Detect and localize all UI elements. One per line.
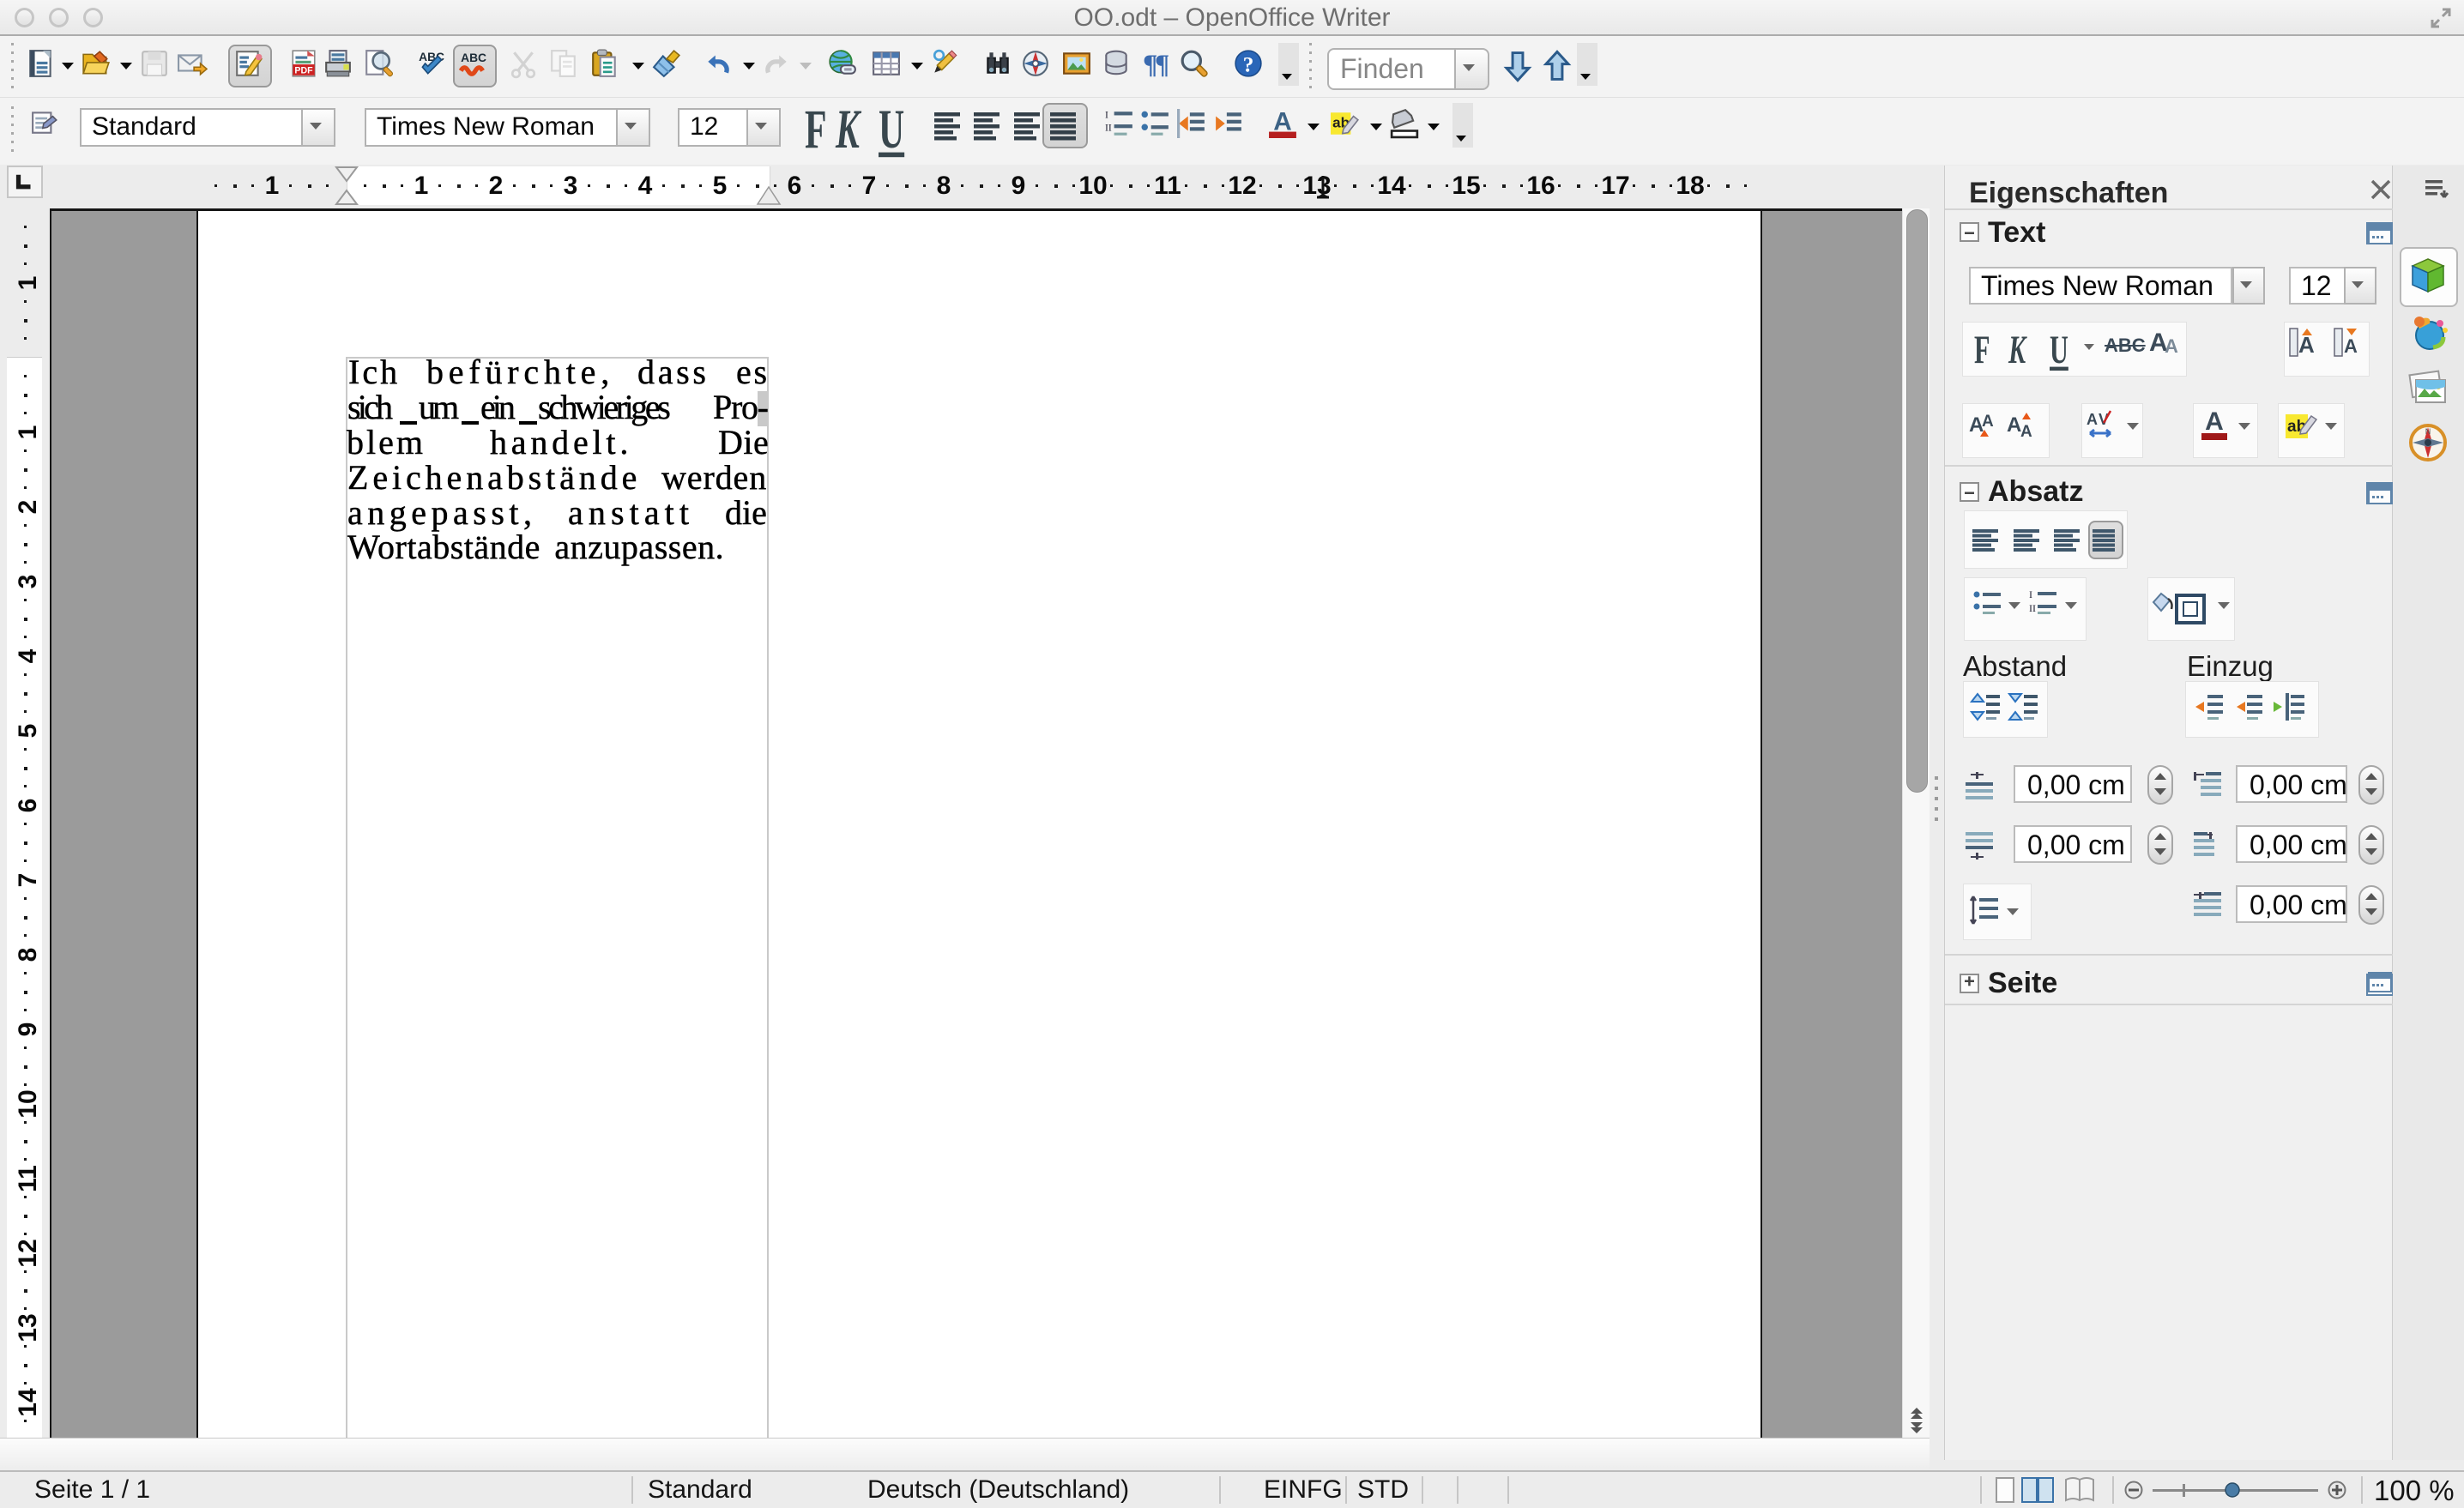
svg-text:II: II [2029, 602, 2036, 614]
svg-text:A: A [1982, 413, 1994, 431]
svg-text:ABC: ABC [461, 51, 486, 64]
svg-text:A: A [2205, 407, 2224, 436]
svg-text:I: I [1105, 110, 1108, 121]
svg-text:?: ? [1243, 52, 1254, 77]
svg-text:PDF: PDF [294, 66, 313, 76]
svg-text:A: A [2007, 413, 2021, 437]
svg-text:¶: ¶ [1155, 50, 1169, 80]
svg-text:A: A [2344, 335, 2358, 357]
svg-text:A: A [1273, 107, 1292, 136]
svg-text:A: A [2165, 335, 2178, 357]
svg-text:N: N [2425, 427, 2431, 436]
svg-text:II: II [1105, 123, 1112, 134]
svg-text:A: A [2087, 411, 2098, 428]
svg-text:A: A [2020, 423, 2032, 441]
svg-text:V: V [2099, 411, 2109, 428]
svg-text:A: A [2298, 332, 2315, 358]
svg-text:I: I [2029, 588, 2032, 600]
